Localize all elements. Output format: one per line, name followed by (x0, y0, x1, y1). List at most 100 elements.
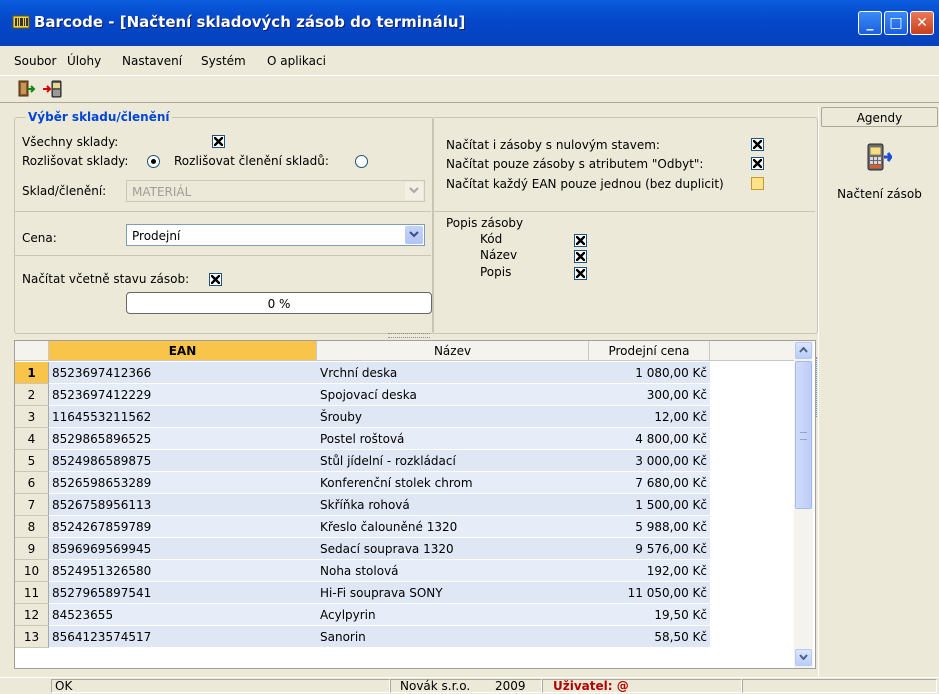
column-header-price[interactable]: Prodejní cena (589, 341, 710, 361)
menu-o-aplikaci[interactable]: O aplikaci (267, 54, 326, 68)
cell-ean[interactable]: 8524951326580 (49, 560, 317, 582)
odbyt-checkbox[interactable] (751, 157, 764, 170)
row-number[interactable]: 8 (15, 516, 49, 538)
table-row[interactable]: 3 1164553211562 Šrouby 12,00 Kč (15, 406, 795, 428)
description-desc-checkbox[interactable] (574, 267, 587, 280)
zero-stock-checkbox[interactable] (751, 138, 764, 151)
cell-price[interactable]: 3 000,00 Kč (589, 450, 710, 472)
table-row[interactable]: 10 8524951326580 Noha stolová 192,00 Kč (15, 560, 795, 582)
cell-name[interactable]: Skříňka rohová (317, 494, 589, 516)
ean-once-checkbox[interactable] (751, 177, 764, 190)
load-with-stock-checkbox[interactable] (209, 273, 222, 286)
cell-price[interactable]: 1 080,00 Kč (589, 362, 710, 384)
cell-price[interactable]: 4 800,00 Kč (589, 428, 710, 450)
table-row[interactable]: 7 8526758956113 Skříňka rohová 1 500,00 Kč (15, 494, 795, 516)
cell-ean[interactable]: 8523697412366 (49, 362, 317, 384)
cell-ean[interactable]: 8527965897541 (49, 582, 317, 604)
exit-icon[interactable] (14, 80, 36, 98)
cell-ean[interactable]: 8523697412229 (49, 384, 317, 406)
table-row[interactable]: 1 8523697412366 Vrchní deska 1 080,00 Kč (15, 362, 795, 384)
cell-name[interactable]: Šrouby (317, 406, 589, 428)
row-number[interactable]: 9 (15, 538, 49, 560)
cell-ean[interactable]: 8524986589875 (49, 450, 317, 472)
cell-ean[interactable]: 8564123574517 (49, 626, 317, 648)
table-row[interactable]: 2 8523697412229 Spojovací deska 300,00 Kč (15, 384, 795, 406)
cell-ean[interactable]: 8526758956113 (49, 494, 317, 516)
cell-name[interactable]: Postel roštová (317, 428, 589, 450)
cell-price[interactable]: 58,50 Kč (589, 626, 710, 648)
menu-soubor[interactable]: Soubor (14, 54, 56, 68)
table-row[interactable]: 4 8529865896525 Postel roštová 4 800,00 Kč (15, 428, 795, 450)
cell-ean[interactable]: 8526598653289 (49, 472, 317, 494)
cell-price[interactable]: 11 050,00 Kč (589, 582, 710, 604)
cell-name[interactable]: Hi-Fi souprava SONY (317, 582, 589, 604)
row-number[interactable]: 1 (15, 362, 49, 384)
cell-name[interactable]: Konferenční stolek chrom (317, 472, 589, 494)
cell-ean[interactable]: 1164553211562 (49, 406, 317, 428)
load-terminal-icon[interactable] (42, 80, 64, 98)
row-number[interactable]: 2 (15, 384, 49, 406)
cell-name[interactable]: Acylpyrin (317, 604, 589, 626)
column-header-ean[interactable]: EAN (49, 341, 317, 361)
distinguish-sections-label: Rozlišovat členění skladů: (174, 154, 329, 168)
scroll-thumb[interactable] (795, 361, 812, 509)
description-name-checkbox[interactable] (574, 250, 587, 263)
row-number[interactable]: 4 (15, 428, 49, 450)
cell-price[interactable]: 9 576,00 Kč (589, 538, 710, 560)
row-number[interactable]: 6 (15, 472, 49, 494)
row-number[interactable]: 12 (15, 604, 49, 626)
table-row[interactable]: 12 84523655 Acylpyrin 19,50 Kč (15, 604, 795, 626)
row-number[interactable]: 10 (15, 560, 49, 582)
cell-name[interactable]: Stůl jídelní - rozkládací (317, 450, 589, 472)
cell-price[interactable]: 1 500,00 Kč (589, 494, 710, 516)
agenda-item-label[interactable]: Načtení zásob (819, 187, 939, 201)
table-row[interactable]: 8 8524267859789 Křeslo čalouněné 1320 5 988… (15, 516, 795, 538)
table-row[interactable]: 5 8524986589875 Stůl jídelní - rozkládací 3… (15, 450, 795, 472)
cell-price[interactable]: 7 680,00 Kč (589, 472, 710, 494)
warehouse-select[interactable]: MATERIÁL (126, 180, 425, 202)
row-number[interactable]: 3 (15, 406, 49, 428)
distinguish-sections-radio[interactable] (355, 155, 368, 168)
price-select[interactable]: Prodejní (126, 224, 425, 246)
cell-name[interactable]: Křeslo čalouněné 1320 (317, 516, 589, 538)
filter-panel: Výběr skladu/členění Všechny sklady: Roz… (0, 107, 818, 338)
minimize-button[interactable]: _ (858, 11, 882, 35)
table-row[interactable]: 6 8526598653289 Konferenční stolek chrom 7 … (15, 472, 795, 494)
row-number[interactable]: 13 (15, 626, 49, 648)
menu-system[interactable]: Systém (201, 54, 246, 68)
cell-name[interactable]: Sedací souprava 1320 (317, 538, 589, 560)
cell-price[interactable]: 5 988,00 Kč (589, 516, 710, 538)
scroll-up-button[interactable] (795, 342, 812, 359)
cell-price[interactable]: 12,00 Kč (589, 406, 710, 428)
cell-price[interactable]: 19,50 Kč (589, 604, 710, 626)
column-header-name[interactable]: Název (317, 341, 589, 361)
table-row[interactable]: 13 8564123574517 Sanorin 58,50 Kč (15, 626, 795, 648)
close-button[interactable]: ✕ (910, 11, 934, 35)
cell-name[interactable]: Spojovací deska (317, 384, 589, 406)
row-number[interactable]: 5 (15, 450, 49, 472)
splitter-handle[interactable] (388, 333, 430, 338)
cell-ean[interactable]: 84523655 (49, 604, 317, 626)
terminal-load-icon[interactable] (866, 142, 892, 172)
table-row[interactable]: 9 8596969569945 Sedací souprava 1320 9 576,… (15, 538, 795, 560)
all-warehouses-checkbox[interactable] (212, 135, 225, 148)
cell-price[interactable]: 192,00 Kč (589, 560, 710, 582)
maximize-button[interactable]: □ (884, 11, 908, 35)
table-row[interactable]: 11 8527965897541 Hi-Fi souprava SONY 11 050… (15, 582, 795, 604)
cell-price[interactable]: 300,00 Kč (589, 384, 710, 406)
cell-ean[interactable]: 8529865896525 (49, 428, 317, 450)
cell-ean[interactable]: 8524267859789 (49, 516, 317, 538)
row-number[interactable]: 7 (15, 494, 49, 516)
cell-name[interactable]: Noha stolová (317, 560, 589, 582)
distinguish-warehouses-radio[interactable] (147, 155, 160, 168)
cell-ean[interactable]: 8596969569945 (49, 538, 317, 560)
row-number[interactable]: 11 (15, 582, 49, 604)
scroll-down-button[interactable] (795, 649, 812, 666)
status-state: OK (55, 679, 73, 693)
menu-nastaveni[interactable]: Nastavení (122, 54, 182, 68)
cell-name[interactable]: Sanorin (317, 626, 589, 648)
description-code-checkbox[interactable] (574, 234, 587, 247)
cell-name[interactable]: Vrchní deska (317, 362, 589, 384)
menu-ulohy[interactable]: Úlohy (67, 54, 101, 68)
vertical-scrollbar[interactable] (794, 341, 813, 668)
